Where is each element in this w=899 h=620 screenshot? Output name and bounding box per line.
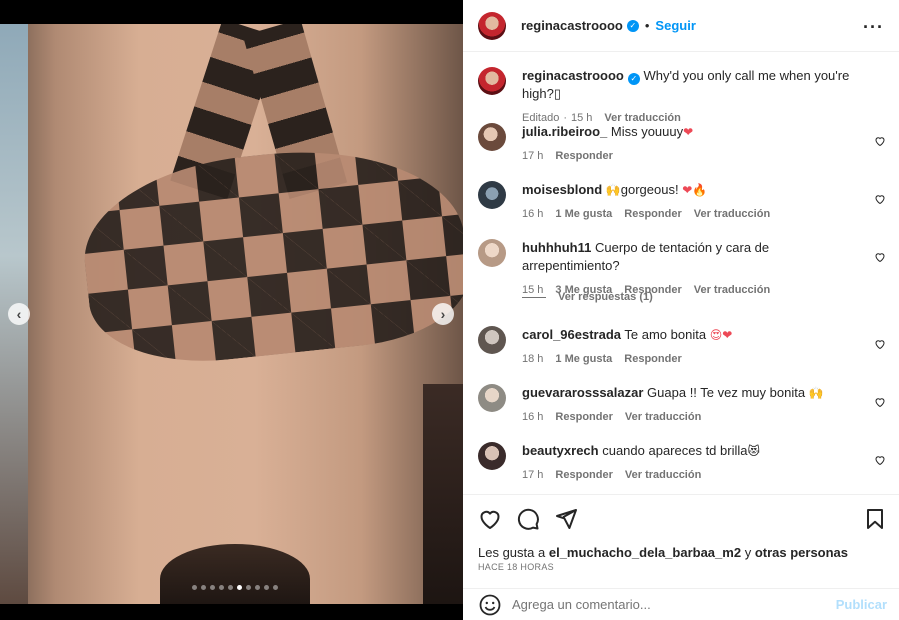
comments-list[interactable]: reginacastroooo ✓ Why'd you only call me … <box>463 53 899 493</box>
comment-text: Miss youuuy <box>610 124 684 139</box>
header-separator: • <box>644 18 650 33</box>
commenter-avatar[interactable] <box>478 239 506 267</box>
carousel-dot <box>201 585 206 590</box>
comment-time: 18 h <box>522 353 544 365</box>
post-side-panel: reginacastroooo ✓ • Seguir ··· reginacas… <box>463 0 899 620</box>
caption-avatar[interactable] <box>478 67 506 95</box>
verified-badge-icon: ✓ <box>627 73 640 85</box>
comment-time: 17 h <box>522 150 544 162</box>
like-comment-heart-icon[interactable] <box>874 396 886 408</box>
commenter-avatar[interactable] <box>478 181 506 209</box>
translate-link[interactable]: Ver traducción <box>694 281 770 299</box>
like-comment-heart-icon[interactable] <box>874 135 886 147</box>
carousel-dot <box>219 585 224 590</box>
comment-text: Te amo bonita <box>624 327 707 342</box>
follow-button[interactable]: Seguir <box>655 18 695 33</box>
comment-emoji: ❤🔥 <box>682 183 708 197</box>
comment-likes[interactable]: 1 Me gusta <box>555 205 612 223</box>
commenter-avatar[interactable] <box>478 123 506 151</box>
comment-emoji: 🙌 <box>808 386 824 400</box>
verified-badge-icon: ✓ <box>626 19 639 32</box>
add-comment-bar: Publicar <box>463 588 899 620</box>
reply-button[interactable]: Responder <box>555 147 612 165</box>
comment-time: 16 h <box>522 411 544 423</box>
view-replies-link[interactable]: Ver respuestas (1) <box>522 291 653 303</box>
replies-line <box>522 296 546 298</box>
comment-time: 16 h <box>522 208 544 220</box>
post-photo[interactable] <box>0 24 463 604</box>
likes-prefix: Les gusta a <box>478 545 546 560</box>
carousel-dot <box>210 585 215 590</box>
post-media: ‹ › <box>0 0 463 620</box>
action-icons <box>478 507 578 531</box>
view-replies-label: Ver respuestas (1) <box>558 291 653 303</box>
comment-emoji: ❤ <box>683 125 694 139</box>
comment-emoji: 😍❤ <box>709 328 733 342</box>
save-button[interactable] <box>863 507 887 536</box>
like-comment-heart-icon[interactable] <box>874 338 886 350</box>
carousel-dot <box>192 585 197 590</box>
like-comment-heart-icon[interactable] <box>874 251 886 263</box>
carousel-prev-button[interactable]: ‹ <box>8 303 30 325</box>
media-letterbox-top <box>0 0 463 24</box>
reply-button[interactable]: Responder <box>555 408 612 426</box>
photo-checkered-top <box>75 134 463 374</box>
photo-bottom-fabric <box>160 544 310 604</box>
photo-background-right <box>423 384 463 604</box>
comment-text: cuando apareces td brilla <box>602 443 748 458</box>
comment-username[interactable]: julia.ribeiroo_ <box>522 124 607 139</box>
comment-username[interactable]: guevararosssalazar <box>522 385 643 400</box>
comment-text: gorgeous! <box>620 182 679 197</box>
comment-username[interactable]: carol_96estrada <box>522 327 621 342</box>
post-actions: Les gusta a el_muchacho_dela_barbaa_m2 y… <box>463 494 899 584</box>
comment-likes[interactable]: 1 Me gusta <box>555 350 612 368</box>
carousel-dot <box>237 585 242 590</box>
comment-text: Guapa !! Te vez muy bonita <box>647 385 806 400</box>
comment-time: 17 h <box>522 469 544 481</box>
share-paper-plane-icon[interactable] <box>554 507 578 531</box>
carousel-dots <box>192 585 278 590</box>
carousel-dot <box>246 585 251 590</box>
post-header: reginacastroooo ✓ • Seguir ··· <box>463 0 899 52</box>
translate-link[interactable]: Ver traducción <box>625 466 701 484</box>
like-comment-heart-icon[interactable] <box>874 193 886 205</box>
more-options-icon[interactable]: ··· <box>863 17 884 38</box>
comment-emoji-prefix: 🙌 <box>605 183 621 197</box>
comment-username[interactable]: beautyxrech <box>522 443 599 458</box>
likes-others-link[interactable]: otras personas <box>755 545 848 560</box>
publish-button[interactable]: Publicar <box>836 597 887 612</box>
author-avatar[interactable] <box>478 11 506 40</box>
likes-conj: y <box>744 545 752 560</box>
comment-username[interactable]: moisesblond <box>522 182 602 197</box>
author-username[interactable]: reginacastroooo <box>521 18 623 33</box>
media-letterbox-bottom <box>0 604 463 620</box>
commenter-avatar[interactable] <box>478 384 506 412</box>
carousel-next-button[interactable]: › <box>432 303 454 325</box>
caption-username[interactable]: reginacastroooo <box>522 68 624 83</box>
like-comment-heart-icon[interactable] <box>874 454 886 466</box>
reply-button[interactable]: Responder <box>624 350 681 368</box>
carousel-dot <box>255 585 260 590</box>
like-heart-icon[interactable] <box>478 507 502 531</box>
translate-link[interactable]: Ver traducción <box>694 205 770 223</box>
comment-emoji: 😻 <box>747 444 760 458</box>
translate-link[interactable]: Ver traducción <box>625 408 701 426</box>
comment-bubble-icon[interactable] <box>516 507 540 531</box>
comment-username[interactable]: huhhhuh11 <box>522 240 591 255</box>
carousel-dot <box>228 585 233 590</box>
post-timestamp[interactable]: HACE 18 HORAS <box>478 562 554 572</box>
caption-glyph: ▯ <box>553 86 561 101</box>
bookmark-icon <box>867 509 883 529</box>
likes-user-link[interactable]: el_muchacho_dela_barbaa_m2 <box>549 545 741 560</box>
carousel-dot <box>264 585 269 590</box>
likes-summary: Les gusta a el_muchacho_dela_barbaa_m2 y… <box>478 545 848 560</box>
commenter-avatar[interactable] <box>478 326 506 354</box>
comment-input[interactable] <box>512 597 832 612</box>
reply-button[interactable]: Responder <box>555 466 612 484</box>
reply-button[interactable]: Responder <box>624 205 681 223</box>
emoji-smiley-icon[interactable] <box>478 593 502 617</box>
commenter-avatar[interactable] <box>478 442 506 470</box>
carousel-dot <box>273 585 278 590</box>
